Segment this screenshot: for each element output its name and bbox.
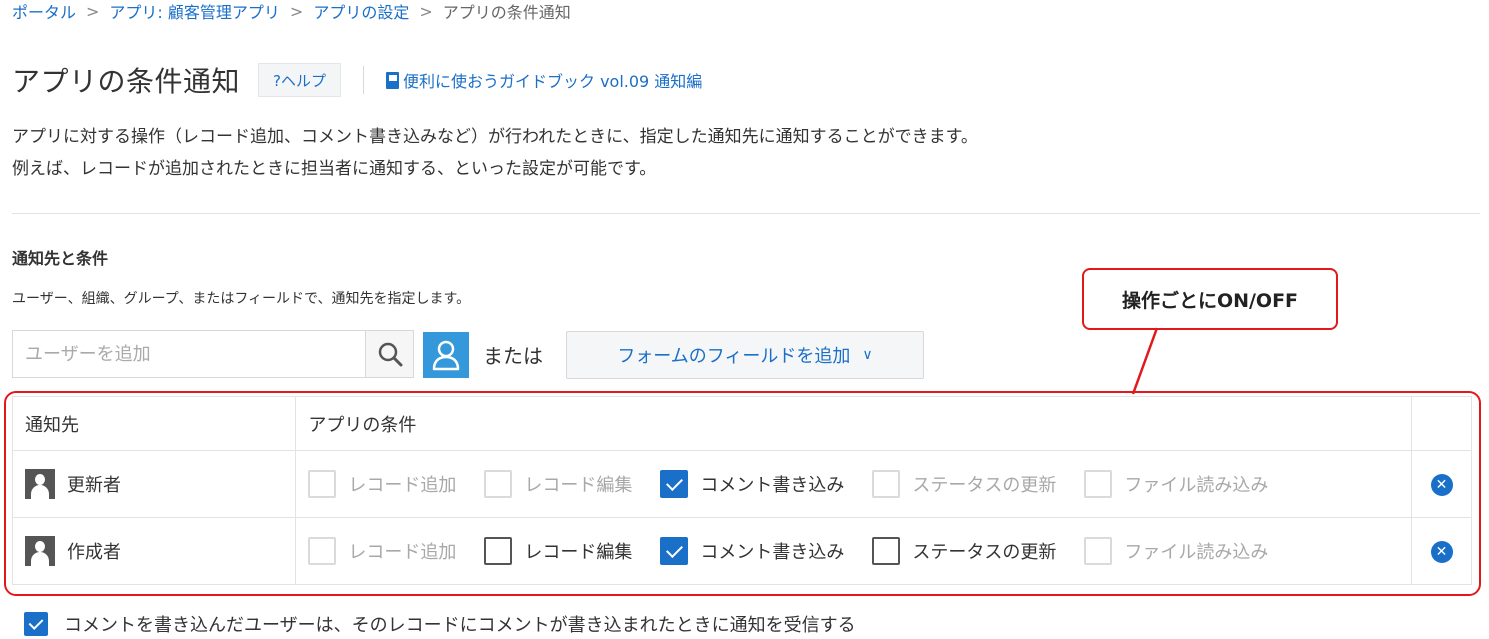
section-description: ユーザー、組織、グループ、またはフィールドで、通知先を指定します。 [12,291,471,307]
target-label: 作成者 [67,542,121,563]
breadcrumb-separator: > [419,1,433,21]
description-line-1: アプリに対する操作（レコード追加、コメント書き込みなど）が行われたときに、指定し… [12,127,978,147]
comment-notify-option[interactable]: コメントを書き込んだユーザーは、そのレコードにコメントが書き込まれたときに通知を… [24,611,856,637]
condition-label: ステータスの更新 [912,542,1057,563]
avatar [25,536,55,566]
checkbox[interactable] [660,537,689,565]
table-row: 更新者 レコード追加 レコード編集 コメント書き込み ステータスの更新 ファイル… [11,450,1472,518]
target-cell: 更新者 [11,450,297,518]
guide-link[interactable]: 便利に使おうガイドブック vol.09 通知編 [385,68,703,92]
checkbox [484,470,513,498]
checkbox[interactable] [660,470,689,498]
user-search [12,330,414,378]
table-row: 作成者 レコード追加 レコード編集 コメント書き込み ステータスの更新 ファイル… [11,517,1472,585]
search-button[interactable] [365,331,413,377]
add-form-field-button[interactable]: フォームのフィールドを追加 ∨ [566,331,924,379]
header-target: 通知先 [11,396,297,451]
condition-label: レコード追加 [348,542,457,563]
breadcrumb-app[interactable]: アプリ: 顧客管理アプリ [109,0,279,23]
description-line-2: 例えば、レコードが追加されたときに担当者に通知する、といった設定が可能です。 [12,159,657,179]
header-delete [1411,396,1472,451]
guide-link-label: 便利に使おうガイドブック vol.09 通知編 [402,72,703,91]
condition-file-import: ファイル読み込み [1084,470,1268,498]
delete-row-button[interactable]: ✕ [1430,473,1453,496]
delete-cell: ✕ [1411,450,1472,518]
condition-label: コメント書き込み [700,542,845,563]
title-divider [362,66,364,94]
checkbox [1084,537,1113,565]
user-search-input[interactable] [13,331,365,377]
condition-status-update: ステータスの更新 [872,470,1056,498]
user-icon [432,340,460,371]
help-button[interactable]: ?ヘルプ [258,63,341,97]
condition-label: ステータスの更新 [912,475,1057,496]
book-icon [385,71,399,89]
checkbox [308,470,337,498]
condition-label: レコード編集 [524,475,633,496]
condition-record-add: レコード追加 [308,537,456,565]
or-text: または [483,344,543,368]
condition-record-edit: レコード編集 [484,470,632,498]
notification-table: 通知先 アプリの条件 更新者 レコード追加 レコード編集 コメント書き込み ステ… [11,396,1472,585]
condition-label: ファイル読み込み [1124,475,1269,496]
user-picker-button[interactable] [423,332,469,378]
condition-label: ファイル読み込み [1124,542,1269,563]
section-title: 通知先と条件 [12,249,109,268]
conditions-cell: レコード追加 レコード編集 コメント書き込み ステータスの更新 ファイル読み込み [295,517,1413,585]
checkbox[interactable] [24,612,48,636]
search-icon [378,342,402,367]
add-form-field-label: フォームのフィールドを追加 [617,346,851,367]
condition-label: レコード追加 [348,475,457,496]
comment-notify-label: コメントを書き込んだユーザーは、そのレコードにコメントが書き込まれたときに通知を… [64,615,856,636]
condition-label: レコード編集 [524,542,633,563]
condition-status-update[interactable]: ステータスの更新 [872,537,1056,565]
condition-file-import: ファイル読み込み [1084,537,1268,565]
checkbox [1084,470,1113,498]
delete-cell: ✕ [1411,517,1472,585]
callout-box: 操作ごとにON/OFF [1082,268,1338,330]
checkbox[interactable] [484,537,513,565]
condition-record-edit[interactable]: レコード編集 [484,537,632,565]
table-header-row: 通知先 アプリの条件 [11,396,1472,451]
breadcrumb-current: アプリの条件通知 [442,3,571,22]
header-conditions: アプリの条件 [295,396,1413,451]
title-row: アプリの条件通知 ?ヘルプ 便利に使おうガイドブック vol.09 通知編 [12,60,702,100]
condition-label: コメント書き込み [700,475,845,496]
breadcrumb-portal[interactable]: ポータル [12,0,76,23]
condition-comment[interactable]: コメント書き込み [660,537,844,565]
avatar [25,469,55,499]
breadcrumb-separator: > [86,1,100,21]
breadcrumb-separator: > [289,1,304,21]
target-cell: 作成者 [11,517,297,585]
condition-comment[interactable]: コメント書き込み [660,470,844,498]
target-label: 更新者 [67,475,121,496]
page-description: アプリに対する操作（レコード追加、コメント書き込みなど）が行われたときに、指定し… [12,121,978,185]
checkbox [308,537,337,565]
condition-record-add: レコード追加 [308,470,456,498]
divider [12,213,1480,214]
page-title: アプリの条件通知 [12,65,241,98]
checkbox [872,470,901,498]
delete-row-button[interactable]: ✕ [1430,540,1453,563]
chevron-down-icon: ∨ [862,347,873,363]
callout-pointer [1131,327,1159,395]
checkbox[interactable] [872,537,901,565]
breadcrumb: ポータル > アプリ: 顧客管理アプリ > アプリの設定 > アプリの条件通知 [12,0,571,23]
conditions-cell: レコード追加 レコード編集 コメント書き込み ステータスの更新 ファイル読み込み [295,450,1413,518]
breadcrumb-app-settings[interactable]: アプリの設定 [313,0,409,23]
